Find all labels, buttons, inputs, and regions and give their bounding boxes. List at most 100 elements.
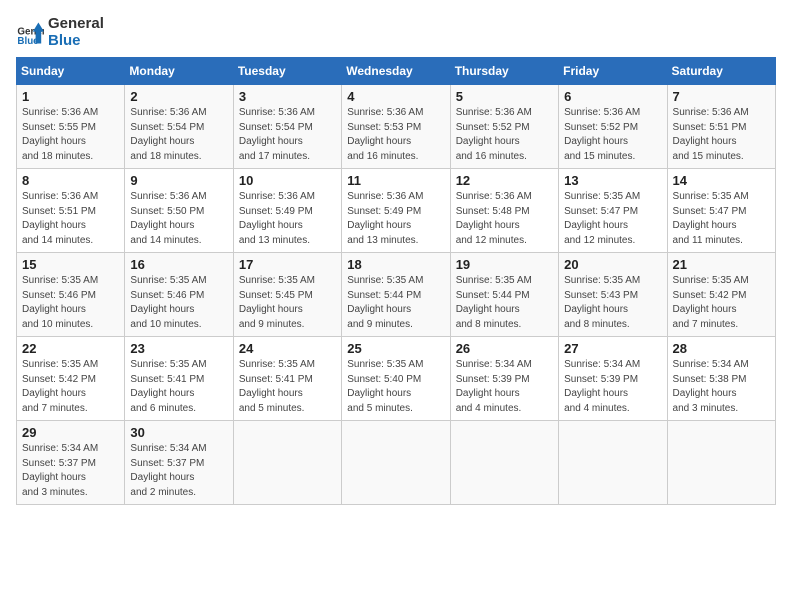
calendar-week-5: 29 Sunrise: 5:34 AM Sunset: 5:37 PM Dayl… [17,421,776,505]
calendar-cell: 1 Sunrise: 5:36 AM Sunset: 5:55 PM Dayli… [17,85,125,169]
weekday-header-friday: Friday [559,58,667,85]
logo-icon: General Blue [16,19,44,47]
logo-text-general: General [48,16,104,33]
day-info: Sunrise: 5:35 AM Sunset: 5:42 PM Dayligh… [673,274,770,332]
day-number: 21 [673,257,770,272]
page-header: General Blue General Blue [16,16,776,49]
calendar-cell [233,421,341,505]
day-info: Sunrise: 5:34 AM Sunset: 5:37 PM Dayligh… [22,442,119,500]
calendar-cell: 20 Sunrise: 5:35 AM Sunset: 5:43 PM Dayl… [559,253,667,337]
day-info: Sunrise: 5:35 AM Sunset: 5:44 PM Dayligh… [456,274,553,332]
calendar-cell: 16 Sunrise: 5:35 AM Sunset: 5:46 PM Dayl… [125,253,233,337]
weekday-header-thursday: Thursday [450,58,558,85]
day-number: 23 [130,341,227,356]
calendar-cell: 24 Sunrise: 5:35 AM Sunset: 5:41 PM Dayl… [233,337,341,421]
calendar-week-3: 15 Sunrise: 5:35 AM Sunset: 5:46 PM Dayl… [17,253,776,337]
day-info: Sunrise: 5:36 AM Sunset: 5:52 PM Dayligh… [456,106,553,164]
calendar-cell: 30 Sunrise: 5:34 AM Sunset: 5:37 PM Dayl… [125,421,233,505]
day-info: Sunrise: 5:36 AM Sunset: 5:52 PM Dayligh… [564,106,661,164]
day-info: Sunrise: 5:36 AM Sunset: 5:49 PM Dayligh… [239,190,336,248]
day-info: Sunrise: 5:36 AM Sunset: 5:51 PM Dayligh… [22,190,119,248]
calendar-cell: 29 Sunrise: 5:34 AM Sunset: 5:37 PM Dayl… [17,421,125,505]
calendar-cell [667,421,775,505]
day-number: 30 [130,425,227,440]
day-number: 15 [22,257,119,272]
calendar-cell: 25 Sunrise: 5:35 AM Sunset: 5:40 PM Dayl… [342,337,450,421]
calendar-cell [342,421,450,505]
calendar-header-row: SundayMondayTuesdayWednesdayThursdayFrid… [17,58,776,85]
calendar-cell: 15 Sunrise: 5:35 AM Sunset: 5:46 PM Dayl… [17,253,125,337]
calendar-cell: 3 Sunrise: 5:36 AM Sunset: 5:54 PM Dayli… [233,85,341,169]
calendar-cell: 8 Sunrise: 5:36 AM Sunset: 5:51 PM Dayli… [17,169,125,253]
calendar-cell: 18 Sunrise: 5:35 AM Sunset: 5:44 PM Dayl… [342,253,450,337]
calendar-week-4: 22 Sunrise: 5:35 AM Sunset: 5:42 PM Dayl… [17,337,776,421]
day-number: 3 [239,89,336,104]
day-number: 7 [673,89,770,104]
calendar-week-2: 8 Sunrise: 5:36 AM Sunset: 5:51 PM Dayli… [17,169,776,253]
day-number: 4 [347,89,444,104]
day-info: Sunrise: 5:36 AM Sunset: 5:50 PM Dayligh… [130,190,227,248]
logo-text-blue: Blue [48,33,104,50]
weekday-header-saturday: Saturday [667,58,775,85]
weekday-header-tuesday: Tuesday [233,58,341,85]
logo: General Blue General Blue [16,16,104,49]
day-info: Sunrise: 5:34 AM Sunset: 5:38 PM Dayligh… [673,358,770,416]
day-info: Sunrise: 5:36 AM Sunset: 5:54 PM Dayligh… [239,106,336,164]
day-info: Sunrise: 5:35 AM Sunset: 5:45 PM Dayligh… [239,274,336,332]
day-info: Sunrise: 5:36 AM Sunset: 5:49 PM Dayligh… [347,190,444,248]
calendar-cell: 14 Sunrise: 5:35 AM Sunset: 5:47 PM Dayl… [667,169,775,253]
day-number: 26 [456,341,553,356]
calendar-cell: 22 Sunrise: 5:35 AM Sunset: 5:42 PM Dayl… [17,337,125,421]
calendar-cell: 27 Sunrise: 5:34 AM Sunset: 5:39 PM Dayl… [559,337,667,421]
day-number: 17 [239,257,336,272]
day-number: 18 [347,257,444,272]
day-number: 16 [130,257,227,272]
day-info: Sunrise: 5:35 AM Sunset: 5:40 PM Dayligh… [347,358,444,416]
calendar-table: SundayMondayTuesdayWednesdayThursdayFrid… [16,57,776,505]
day-number: 10 [239,173,336,188]
day-info: Sunrise: 5:35 AM Sunset: 5:47 PM Dayligh… [564,190,661,248]
day-info: Sunrise: 5:35 AM Sunset: 5:42 PM Dayligh… [22,358,119,416]
day-number: 25 [347,341,444,356]
calendar-cell: 4 Sunrise: 5:36 AM Sunset: 5:53 PM Dayli… [342,85,450,169]
calendar-cell: 7 Sunrise: 5:36 AM Sunset: 5:51 PM Dayli… [667,85,775,169]
day-number: 5 [456,89,553,104]
calendar-cell: 19 Sunrise: 5:35 AM Sunset: 5:44 PM Dayl… [450,253,558,337]
day-info: Sunrise: 5:34 AM Sunset: 5:39 PM Dayligh… [564,358,661,416]
day-number: 27 [564,341,661,356]
day-info: Sunrise: 5:34 AM Sunset: 5:39 PM Dayligh… [456,358,553,416]
day-info: Sunrise: 5:36 AM Sunset: 5:48 PM Dayligh… [456,190,553,248]
weekday-header-sunday: Sunday [17,58,125,85]
day-number: 13 [564,173,661,188]
calendar-cell: 26 Sunrise: 5:34 AM Sunset: 5:39 PM Dayl… [450,337,558,421]
day-info: Sunrise: 5:35 AM Sunset: 5:46 PM Dayligh… [130,274,227,332]
day-number: 1 [22,89,119,104]
calendar-cell: 12 Sunrise: 5:36 AM Sunset: 5:48 PM Dayl… [450,169,558,253]
calendar-cell: 13 Sunrise: 5:35 AM Sunset: 5:47 PM Dayl… [559,169,667,253]
day-number: 6 [564,89,661,104]
day-info: Sunrise: 5:36 AM Sunset: 5:54 PM Dayligh… [130,106,227,164]
day-info: Sunrise: 5:35 AM Sunset: 5:47 PM Dayligh… [673,190,770,248]
calendar-cell: 23 Sunrise: 5:35 AM Sunset: 5:41 PM Dayl… [125,337,233,421]
day-number: 22 [22,341,119,356]
day-number: 24 [239,341,336,356]
day-info: Sunrise: 5:34 AM Sunset: 5:37 PM Dayligh… [130,442,227,500]
day-number: 19 [456,257,553,272]
day-number: 29 [22,425,119,440]
weekday-header-wednesday: Wednesday [342,58,450,85]
calendar-cell: 11 Sunrise: 5:36 AM Sunset: 5:49 PM Dayl… [342,169,450,253]
day-info: Sunrise: 5:36 AM Sunset: 5:55 PM Dayligh… [22,106,119,164]
day-number: 2 [130,89,227,104]
day-number: 14 [673,173,770,188]
calendar-cell: 21 Sunrise: 5:35 AM Sunset: 5:42 PM Dayl… [667,253,775,337]
day-info: Sunrise: 5:35 AM Sunset: 5:43 PM Dayligh… [564,274,661,332]
weekday-header-monday: Monday [125,58,233,85]
calendar-cell: 28 Sunrise: 5:34 AM Sunset: 5:38 PM Dayl… [667,337,775,421]
calendar-cell: 5 Sunrise: 5:36 AM Sunset: 5:52 PM Dayli… [450,85,558,169]
calendar-week-1: 1 Sunrise: 5:36 AM Sunset: 5:55 PM Dayli… [17,85,776,169]
day-info: Sunrise: 5:35 AM Sunset: 5:44 PM Dayligh… [347,274,444,332]
day-info: Sunrise: 5:36 AM Sunset: 5:53 PM Dayligh… [347,106,444,164]
day-number: 28 [673,341,770,356]
day-number: 20 [564,257,661,272]
day-number: 11 [347,173,444,188]
